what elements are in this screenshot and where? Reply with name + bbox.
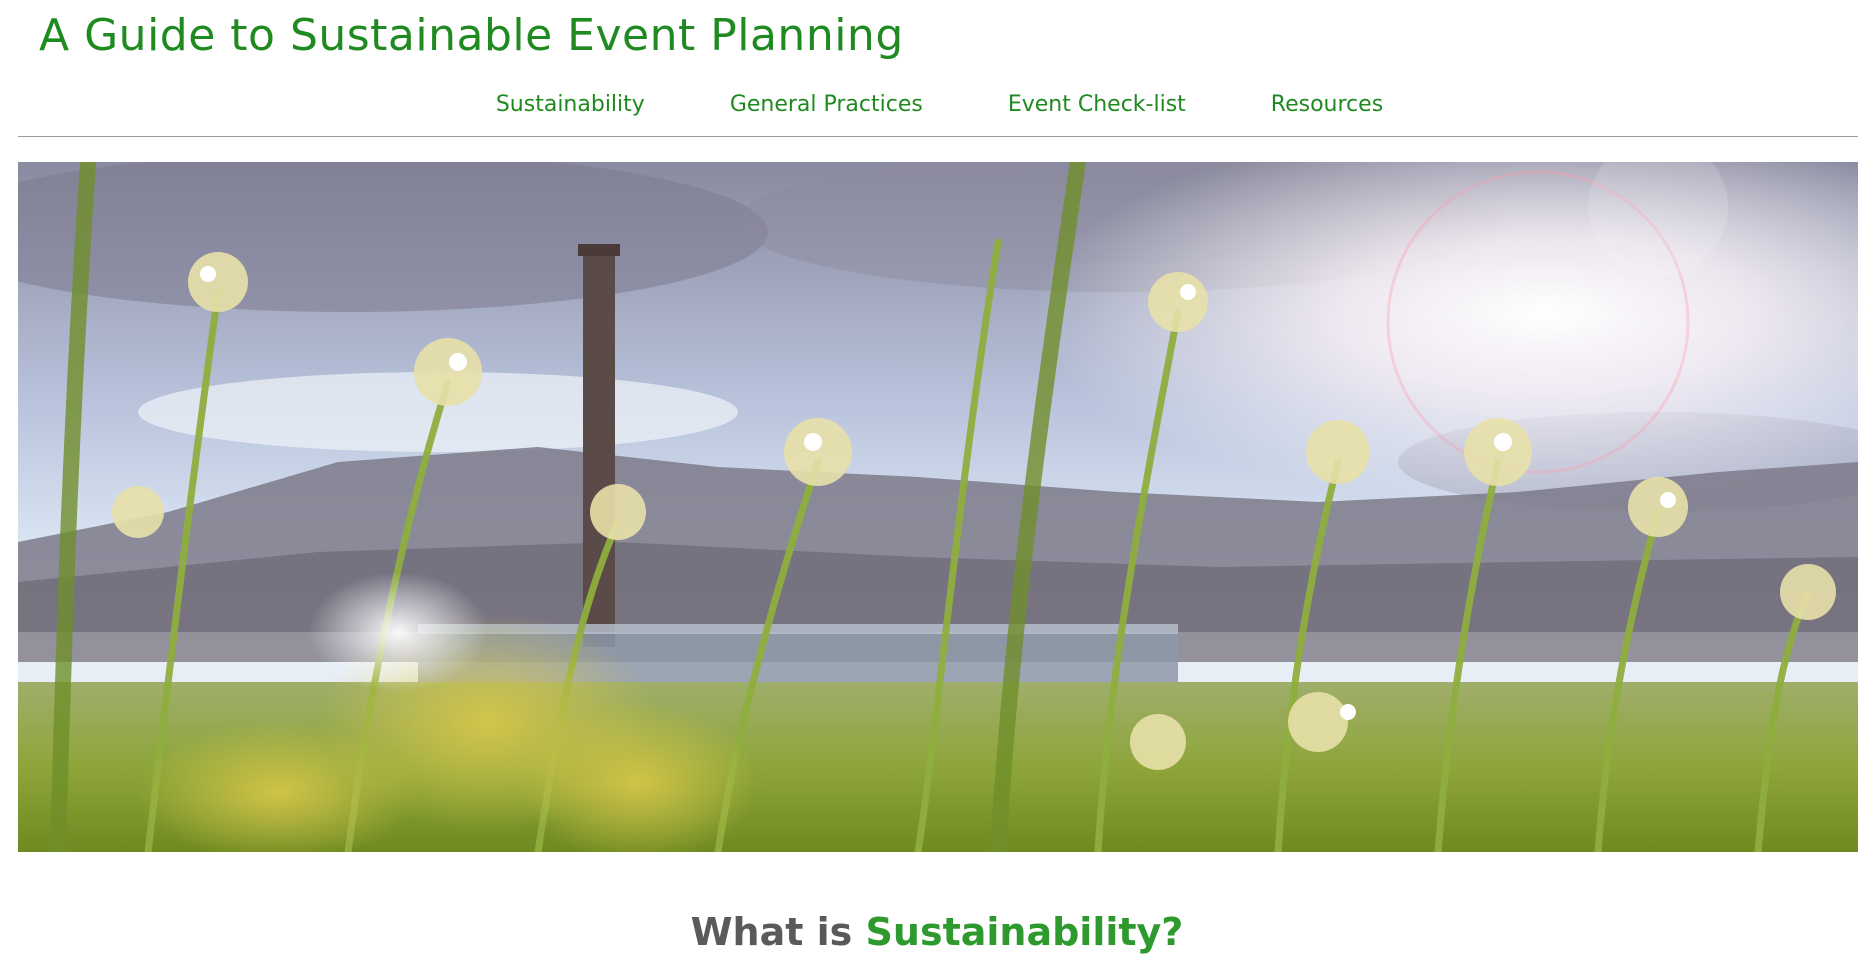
section-heading: What is Sustainability? (0, 910, 1874, 954)
nav-link-sustainability[interactable]: Sustainability (496, 92, 645, 117)
nav-link-resources[interactable]: Resources (1271, 92, 1383, 117)
page: A Guide to Sustainable Event Planning Su… (0, 0, 1874, 955)
hero-image (18, 162, 1858, 852)
site-title[interactable]: A Guide to Sustainable Event Planning (39, 10, 904, 61)
heading-accent: Sustainability? (865, 910, 1184, 954)
header-divider (18, 136, 1858, 137)
nav-link-general-practices[interactable]: General Practices (730, 92, 923, 117)
hero-illustration (18, 162, 1858, 852)
heading-prefix: What is (690, 910, 866, 954)
main-nav: Sustainability General Practices Event C… (0, 92, 1874, 117)
nav-link-event-checklist[interactable]: Event Check-list (1008, 92, 1186, 117)
